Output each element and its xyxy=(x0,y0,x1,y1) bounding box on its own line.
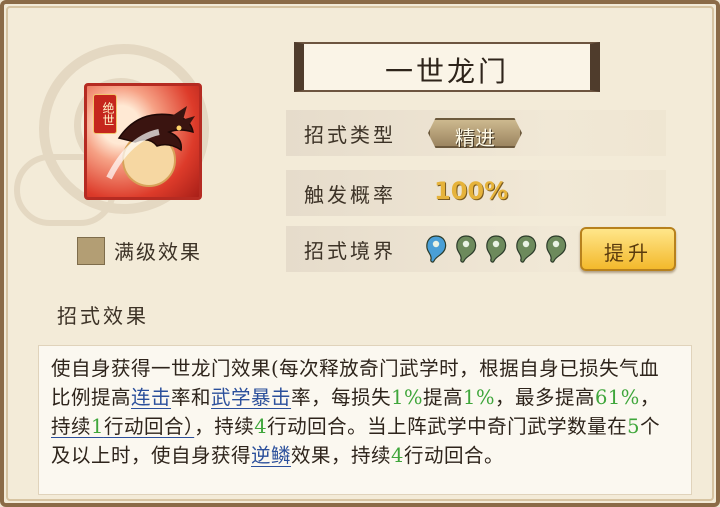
effect-text-segment: ，持续 xyxy=(194,415,255,438)
trigger-rate-value: 100% xyxy=(434,177,509,205)
keyword-link[interactable]: 逆鳞 xyxy=(251,444,291,467)
trigger-rate-row: 触发概率 100% xyxy=(286,170,666,216)
skill-detail-panel: 绝世 满级效果 一世龙门 招式类型 精进 触发概率 100% 招式境界 提升 招… xyxy=(0,0,720,507)
effect-number: 4 xyxy=(391,444,404,467)
max-level-label: 满级效果 xyxy=(114,240,202,264)
skill-type-value: 精进 xyxy=(455,126,495,150)
effect-text-segment: 持续1行动回合） xyxy=(51,415,195,438)
rarity-badge: 绝世 xyxy=(93,94,117,134)
effect-description: 使自身获得一世龙门效果(每次释放奇门武学时，根据自身已损失气血比例提高连击率和武… xyxy=(51,354,679,470)
keyword-link[interactable]: 武学暴击 xyxy=(211,386,291,409)
effect-number: 61% xyxy=(594,386,640,409)
effect-text-segment: 效果，持续 xyxy=(291,444,392,467)
effect-number: 1% xyxy=(391,386,424,409)
effect-number: 4 xyxy=(254,415,268,438)
magatama-icon xyxy=(484,234,508,264)
effect-text-segment: 率和 xyxy=(171,386,212,409)
keyword-link[interactable]: 连击 xyxy=(131,386,171,409)
effect-text-segment: 行动回合。当上阵武学中奇门武学数量在 xyxy=(267,415,628,438)
effect-section-title: 招式效果 xyxy=(57,304,149,328)
title-plate: 一世龙门 xyxy=(294,42,600,92)
skill-type-label: 招式类型 xyxy=(304,123,396,147)
effect-number: 5 xyxy=(627,415,641,438)
effect-text-segment: 提高 xyxy=(423,386,464,409)
magatama-icon xyxy=(424,234,448,264)
magatama-icon xyxy=(514,234,538,264)
upgrade-button-label: 提升 xyxy=(604,241,652,265)
effect-text-segment: ，最多提高 xyxy=(494,386,595,409)
magatama-icon xyxy=(454,234,478,264)
skill-realm-label: 招式境界 xyxy=(304,239,396,263)
effect-text-segment: ， xyxy=(639,386,660,409)
effect-text-segment: 行动回合。 xyxy=(403,444,504,467)
skill-type-row: 招式类型 精进 xyxy=(286,110,666,156)
max-level-checkbox[interactable] xyxy=(77,237,105,265)
skill-icon[interactable]: 绝世 xyxy=(84,83,202,200)
effect-description-box: 使自身获得一世龙门效果(每次释放奇门武学时，根据自身已损失气血比例提高连击率和武… xyxy=(38,345,692,495)
trigger-rate-label: 触发概率 xyxy=(304,183,396,207)
magatama-icon xyxy=(544,234,568,264)
effect-text-segment: 率，每损失 xyxy=(291,386,392,409)
effect-number: 1% xyxy=(463,386,495,409)
upgrade-button[interactable]: 提升 xyxy=(580,227,676,271)
skill-type-tag: 精进 xyxy=(428,118,522,148)
skill-title: 一世龙门 xyxy=(384,55,509,88)
